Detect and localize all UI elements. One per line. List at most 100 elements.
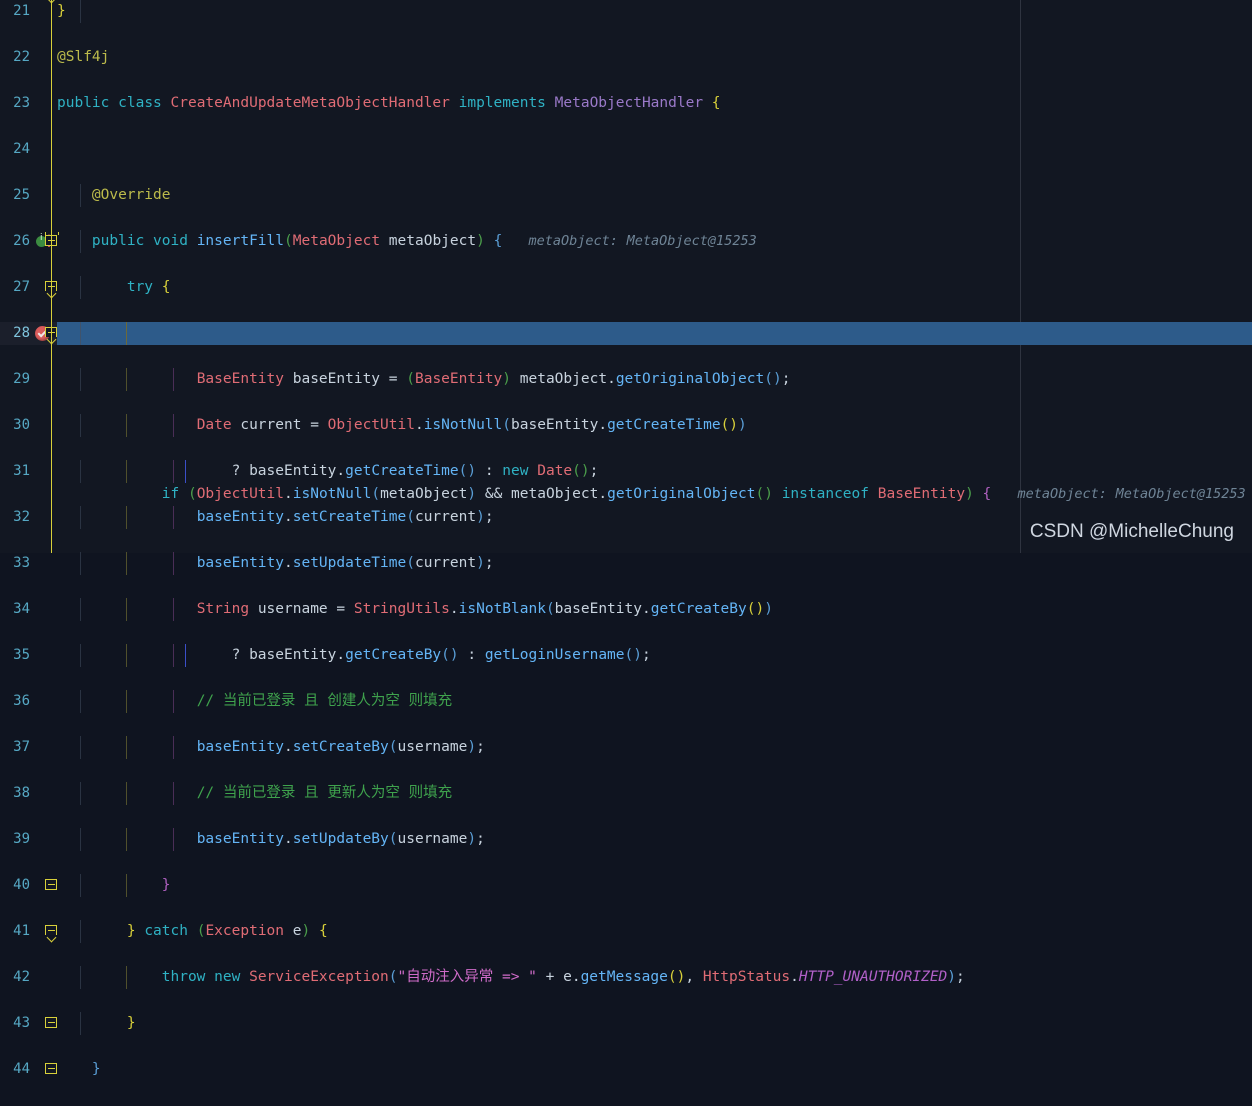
gutter[interactable]: 42	[0, 966, 57, 989]
identifier: baseEntity	[249, 647, 337, 663]
gutter[interactable]: 29	[0, 368, 57, 391]
kw-implements: implements	[458, 95, 546, 111]
identifier: username	[397, 739, 468, 755]
code-line[interactable]: 26 public void insertFill(MetaObject met…	[0, 230, 1252, 253]
code-line[interactable]: 33 baseEntity.setUpdateTime(current);	[0, 552, 1252, 575]
code-line[interactable]: 44 }	[0, 1058, 1252, 1081]
fold-marker-icon[interactable]	[45, 925, 58, 938]
code-line[interactable]: 42 throw new ServiceException("自动注入异常 =>…	[0, 966, 1252, 989]
code-text: @Override	[57, 184, 171, 207]
code-editor[interactable]: 21 } 22 @Slf4j 23 public class CreateAnd…	[0, 0, 1252, 1077]
gutter[interactable]: 35	[0, 644, 57, 667]
identifier: e	[563, 969, 572, 985]
kw-new: new	[502, 463, 529, 479]
fold-marker-icon[interactable]	[45, 1017, 58, 1030]
type-name: Date	[537, 463, 573, 479]
code-text: baseEntity.setUpdateBy(username);	[196, 831, 485, 847]
type-name: ObjectUtil	[327, 417, 415, 433]
code-line[interactable]: 43 }	[0, 1012, 1252, 1035]
method-name: setUpdateBy	[292, 831, 389, 847]
gutter[interactable]: 32	[0, 506, 57, 529]
method-name: getCreateTime	[607, 417, 721, 433]
type-name: String	[196, 601, 250, 617]
string-literal: "自动注入异常 => "	[397, 969, 537, 985]
gutter[interactable]: 25	[0, 184, 57, 207]
line-number: 41	[13, 923, 30, 939]
code-line[interactable]: 21 }	[0, 0, 1252, 23]
line-number: 29	[13, 371, 30, 387]
line-number: 22	[13, 49, 30, 65]
code-text: String username = StringUtils.isNotBlank…	[196, 601, 773, 617]
type-name: Date	[196, 417, 232, 433]
gutter[interactable]: 36	[0, 690, 57, 713]
line-number: 27	[13, 279, 30, 295]
code-line[interactable]: 27 try {	[0, 276, 1252, 299]
line-number: 38	[13, 785, 30, 801]
code-line[interactable]: 35 ? baseEntity.getCreateBy() : getLogin…	[0, 644, 1252, 667]
kw-new: new	[214, 969, 241, 985]
code-line[interactable]: 34 String username = StringUtils.isNotBl…	[0, 598, 1252, 621]
kw-class: class	[118, 95, 162, 111]
code-line[interactable]: 36 // 当前已登录 且 创建人为空 则填充	[0, 690, 1252, 713]
method-name: setUpdateTime	[292, 555, 407, 571]
type-name: StringUtils	[353, 601, 450, 617]
code-line[interactable]: 23 public class CreateAndUpdateMetaObjec…	[0, 92, 1252, 115]
code-line[interactable]: 30 Date current = ObjectUtil.isNotNull(b…	[0, 414, 1252, 437]
identifier: metaObject	[511, 486, 599, 502]
type-name: BaseEntity	[414, 371, 503, 387]
gutter[interactable]: 39	[0, 828, 57, 851]
code-line-current[interactable]: 28 if (ObjectUtil.isNotNull(metaObject) …	[0, 322, 1252, 502]
line-number: 25	[13, 187, 30, 203]
kw-void: void	[153, 233, 188, 249]
gutter[interactable]: 24	[0, 138, 57, 161]
inlay-hint-value: MetaObject@15253	[1115, 486, 1246, 502]
gutter[interactable]: 33	[0, 552, 57, 575]
code-text: public void insertFill(MetaObject metaOb…	[91, 233, 757, 249]
code-line[interactable]: 37 baseEntity.setCreateBy(username);	[0, 736, 1252, 759]
comment: // 当前已登录 且 创建人为空 则填充	[196, 693, 453, 709]
gutter[interactable]: 23	[0, 92, 57, 115]
code-line[interactable]: 40 }	[0, 874, 1252, 897]
code-line[interactable]: 38 // 当前已登录 且 更新人为空 则填充	[0, 782, 1252, 805]
gutter[interactable]: 34	[0, 598, 57, 621]
code-text: }	[57, 3, 66, 19]
code-line[interactable]: 41 } catch (Exception e) {	[0, 920, 1252, 943]
identifier: username	[257, 601, 328, 617]
code-line[interactable]: 39 baseEntity.setUpdateBy(username);	[0, 828, 1252, 851]
identifier: baseEntity	[511, 417, 599, 433]
method-name: getCreateBy	[345, 647, 442, 663]
interface-name: MetaObjectHandler	[554, 95, 704, 111]
line-number: 32	[13, 509, 30, 525]
code-line[interactable]: 45	[0, 1104, 1252, 1106]
gutter[interactable]: 37	[0, 736, 57, 759]
code-text: baseEntity.setUpdateTime(current);	[196, 555, 494, 571]
method-name: isNotBlank	[458, 601, 546, 617]
fold-marker-icon[interactable]	[45, 879, 58, 892]
code-line[interactable]: 31 ? baseEntity.getCreateTime() : new Da…	[0, 460, 1252, 483]
code-line[interactable]: 24	[0, 138, 1252, 161]
gutter[interactable]: 21	[0, 0, 57, 23]
line-number: 43	[13, 1015, 30, 1031]
line-number: 37	[13, 739, 30, 755]
line-number: 23	[13, 95, 30, 111]
line-number: 24	[13, 141, 30, 157]
comment: // 当前已登录 且 更新人为空 则填充	[196, 785, 453, 801]
line-number: 31	[13, 463, 30, 479]
gutter[interactable]: 45	[0, 1104, 57, 1106]
code-text: // 当前已登录 且 更新人为空 则填充	[57, 782, 452, 805]
fold-marker-icon[interactable]	[45, 1063, 58, 1076]
code-line[interactable]: 22 @Slf4j	[0, 46, 1252, 69]
code-line[interactable]: 25 @Override	[0, 184, 1252, 207]
gutter[interactable]: 22	[0, 46, 57, 69]
code-line[interactable]: 29 BaseEntity baseEntity = (BaseEntity) …	[0, 368, 1252, 391]
line-number: 21	[13, 3, 30, 19]
type-name: BaseEntity	[196, 371, 284, 387]
method-name: insertFill	[196, 233, 285, 249]
gutter[interactable]: 31	[0, 460, 57, 483]
gutter[interactable]: 30	[0, 414, 57, 437]
gutter[interactable]: 38	[0, 782, 57, 805]
method-name: getCreateTime	[345, 463, 459, 479]
type-name: MetaObject	[292, 233, 381, 249]
code-text: }	[126, 1015, 136, 1031]
identifier: e	[292, 923, 302, 939]
